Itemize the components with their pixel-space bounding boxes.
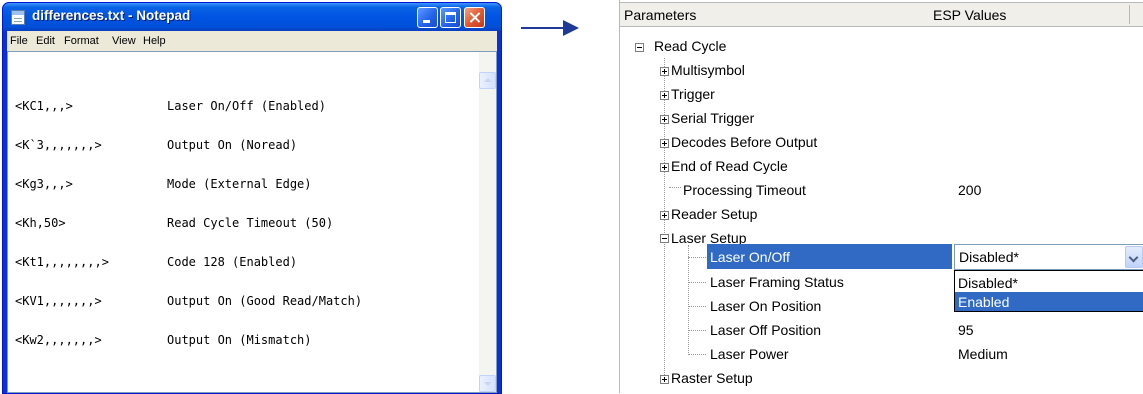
command-desc: Code 128 (Enabled): [167, 255, 298, 269]
tree-node-decodes-before-output[interactable]: Decodes Before Output: [620, 130, 1143, 154]
select-value: Disabled*: [959, 249, 1019, 265]
dropdown-option-enabled[interactable]: Enabled: [955, 292, 1143, 311]
option-label: Enabled: [958, 294, 1010, 310]
tree-node-processing-timeout[interactable]: Processing Timeout 200: [620, 178, 1143, 202]
arrow-head-icon: [563, 20, 579, 36]
tree-header: Parameters ESP Values: [620, 2, 1143, 27]
expand-icon[interactable]: [660, 163, 669, 172]
close-button[interactable]: [464, 7, 485, 28]
parameters-tree: Parameters ESP Values Read Cycle Multisy…: [619, 0, 1143, 393]
command-code: <KV1,,,,,,,>: [15, 294, 102, 308]
command-code: <K`3,,,,,,,>: [15, 138, 102, 152]
node-label: Processing Timeout: [683, 182, 806, 198]
command-code: <KC1,,,>: [15, 99, 73, 113]
node-label: Serial Trigger: [671, 110, 755, 126]
dropdown-option-disabled[interactable]: Disabled*: [955, 273, 1143, 292]
command-desc: Read Cycle Timeout (50): [167, 216, 334, 230]
menu-view[interactable]: View: [112, 35, 136, 47]
command-code: <Kt1,,,,,,,,>: [15, 255, 109, 269]
node-label: End of Read Cycle: [671, 158, 788, 174]
node-label: Multisymbol: [671, 62, 745, 78]
tree-node-multisymbol[interactable]: Multisymbol: [620, 58, 1143, 82]
tree-node-end-of-read-cycle[interactable]: End of Read Cycle: [620, 154, 1143, 178]
scroll-down-button[interactable]: [479, 375, 496, 392]
minimize-button[interactable]: [417, 7, 438, 28]
column-header-esp-values[interactable]: ESP Values: [933, 7, 1006, 23]
notepad-icon: [11, 10, 25, 25]
notepad-window: differences.txt - Notepad File Edit Form…: [2, 2, 502, 394]
tree-node-laser-off-position[interactable]: Laser Off Position 95: [620, 318, 1143, 342]
node-label: Read Cycle: [654, 38, 727, 54]
command-desc: Laser On/Off (Enabled): [167, 99, 326, 113]
tree-node-raster-setup[interactable]: Raster Setup: [620, 366, 1143, 390]
command-code: <Kg3,,,>: [15, 177, 73, 191]
menu-help[interactable]: Help: [143, 35, 166, 47]
tree-node-read-cycle[interactable]: Read Cycle: [620, 34, 1143, 58]
title-bar[interactable]: differences.txt - Notepad: [3, 3, 501, 31]
tree-node-laser-power[interactable]: Laser Power Medium: [620, 342, 1143, 366]
editor-content: <KC1,,,> Laser On/Off (Enabled) <K`3,,,,,…: [15, 74, 362, 373]
node-label: Laser Off Position: [710, 322, 822, 338]
expand-icon[interactable]: [660, 91, 669, 100]
collapse-icon[interactable]: [635, 43, 644, 52]
window-title: differences.txt - Notepad: [32, 8, 191, 23]
column-header-parameters[interactable]: Parameters: [624, 7, 696, 23]
text-line: <Kg3,,,> Mode (External Edge): [15, 178, 362, 191]
menu-edit[interactable]: Edit: [36, 35, 55, 47]
node-value[interactable]: 95: [958, 322, 974, 338]
node-label: Laser Framing Status: [710, 274, 844, 290]
collapse-icon[interactable]: [660, 234, 669, 243]
laser-on-off-select[interactable]: Disabled*: [954, 244, 1143, 270]
text-line: <Kw2,,,,,,,> Output On (Mismatch): [15, 334, 362, 347]
node-value[interactable]: 200: [958, 182, 981, 198]
node-label: Laser On/Off: [710, 249, 790, 265]
maximize-button[interactable]: [440, 7, 461, 28]
tree-node-laser-on-off[interactable]: Laser On/Off: [620, 245, 954, 269]
text-line: <Kt1,,,,,,,,> Code 128 (Enabled): [15, 256, 362, 269]
vertical-scrollbar[interactable]: [479, 52, 496, 392]
text-line: <KC1,,,> Laser On/Off (Enabled): [15, 100, 362, 113]
tree-node-reader-setup[interactable]: Reader Setup: [620, 202, 1143, 226]
expand-icon[interactable]: [660, 67, 669, 76]
node-label: Decodes Before Output: [671, 134, 818, 150]
expand-icon[interactable]: [660, 211, 669, 220]
dropdown-list: Disabled* Enabled: [954, 270, 1143, 312]
scroll-up-button[interactable]: [479, 72, 496, 89]
option-label: Disabled*: [958, 275, 1018, 291]
node-label: Raster Setup: [671, 370, 753, 386]
command-desc: Output On (Noread): [167, 138, 298, 152]
node-value[interactable]: Medium: [958, 346, 1008, 362]
command-desc: Output On (Good Read/Match): [167, 294, 363, 308]
header-divider[interactable]: [1129, 5, 1130, 24]
command-desc: Mode (External Edge): [167, 177, 312, 191]
chevron-down-icon[interactable]: [1125, 246, 1143, 268]
menu-format[interactable]: Format: [64, 35, 99, 47]
node-label: Laser Power: [710, 346, 789, 362]
menu-file[interactable]: File: [10, 35, 28, 47]
expand-icon[interactable]: [660, 375, 669, 384]
tree-node-trigger[interactable]: Trigger: [620, 82, 1143, 106]
arrow-shaft: [521, 27, 565, 29]
command-code: <Kw2,,,,,,,>: [15, 333, 102, 347]
text-line: <K`3,,,,,,,> Output On (Noread): [15, 139, 362, 152]
tree-node-serial-trigger[interactable]: Serial Trigger: [620, 106, 1143, 130]
text-line: <Kh,50> Read Cycle Timeout (50): [15, 217, 362, 230]
text-editor[interactable]: <KC1,,,> Laser On/Off (Enabled) <K`3,,,,,…: [7, 51, 497, 393]
expand-icon[interactable]: [660, 115, 669, 124]
menu-bar: File Edit Format View Help: [7, 31, 497, 51]
command-desc: Output On (Mismatch): [167, 333, 312, 347]
command-code: <Kh,50>: [15, 216, 66, 230]
node-label: Laser On Position: [710, 298, 822, 314]
node-label: Reader Setup: [671, 206, 758, 222]
node-label: Trigger: [671, 86, 715, 102]
expand-icon[interactable]: [660, 139, 669, 148]
text-line: <KV1,,,,,,,> Output On (Good Read/Match): [15, 295, 362, 308]
